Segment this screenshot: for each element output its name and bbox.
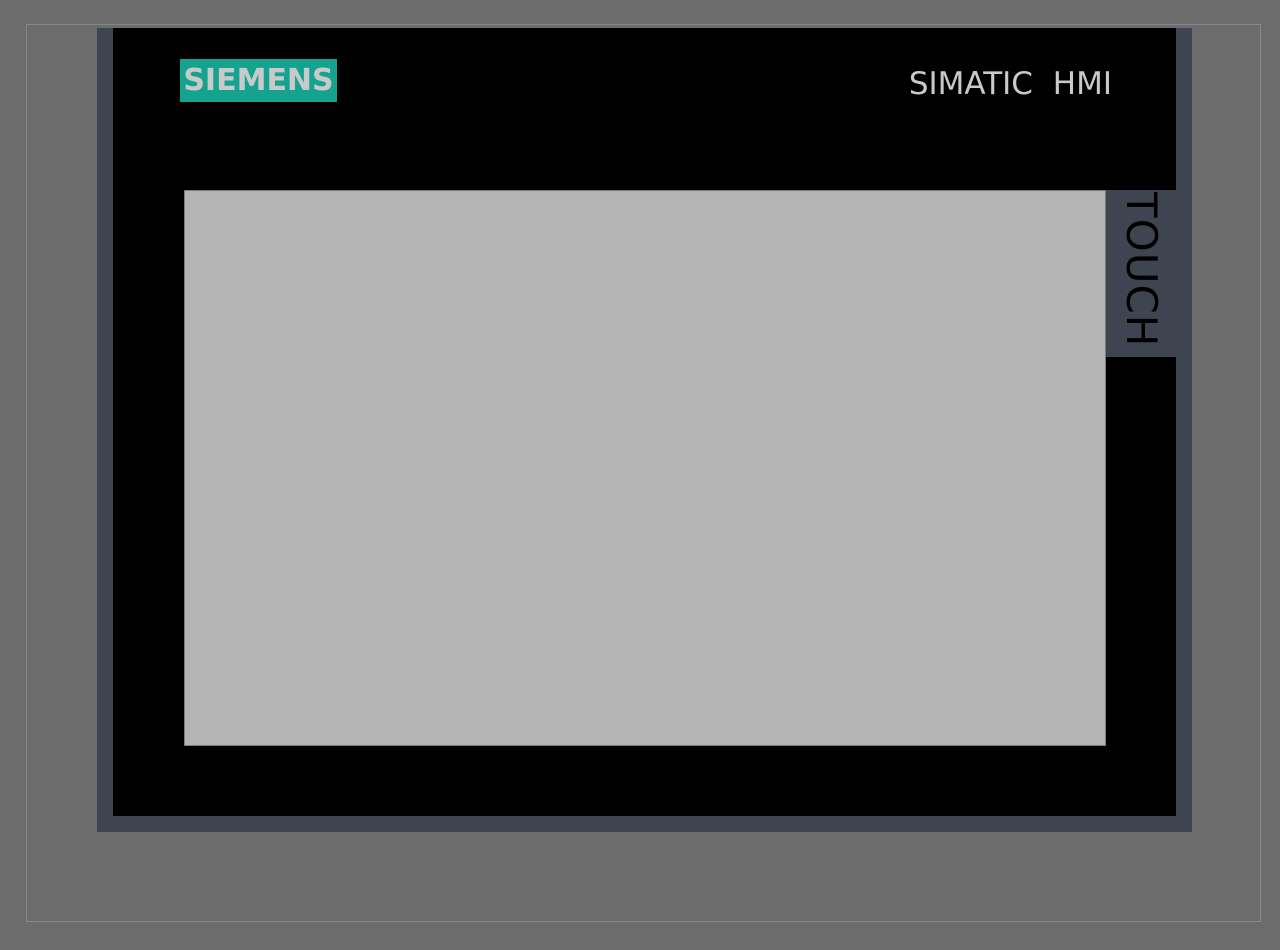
touch-label: TOUCH — [1117, 192, 1166, 348]
hmi-screen-area[interactable] — [184, 190, 1106, 746]
siemens-logo: SIEMENS — [180, 59, 337, 102]
editor-workspace: SIEMENS SIMATIC HMI TOUCH — [0, 0, 1280, 950]
simatic-hmi-label: SIMATIC HMI — [908, 66, 1112, 102]
